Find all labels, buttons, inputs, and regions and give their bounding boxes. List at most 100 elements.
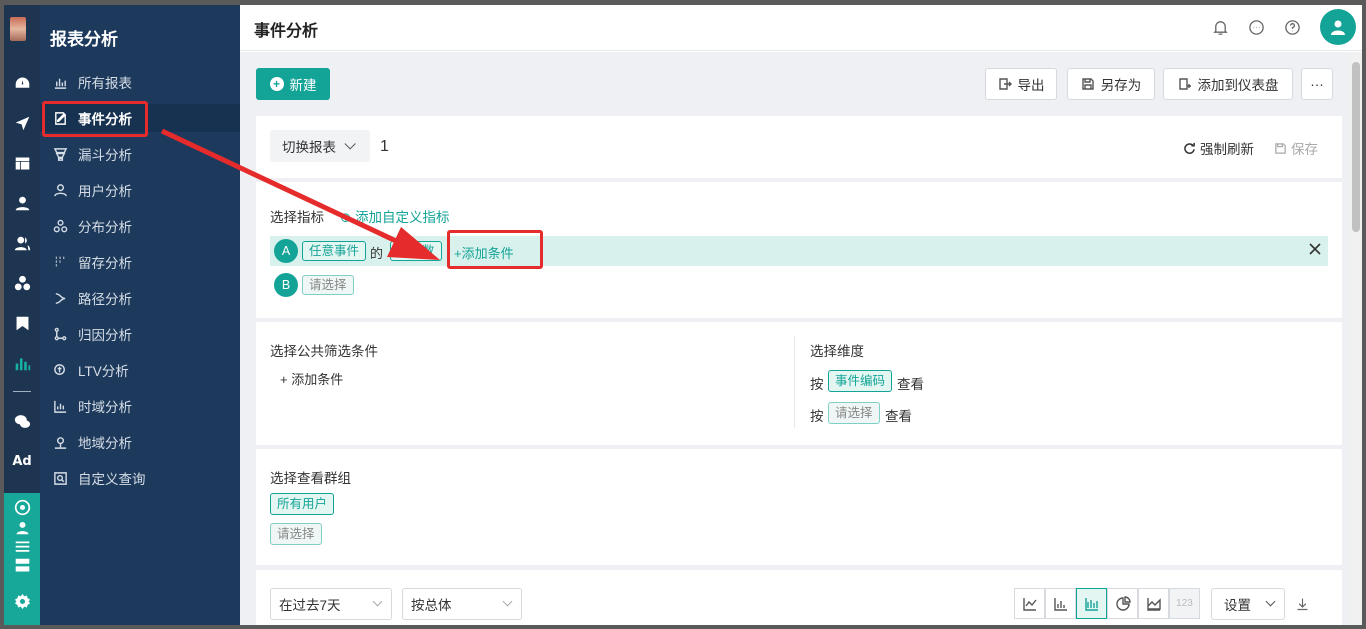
add-custom-metric-link[interactable]: ⊕ 添加自定义指标	[340, 206, 450, 226]
rail-active-block	[4, 493, 40, 625]
sidebar-title: 报表分析	[50, 30, 118, 49]
sidebar-item-funnel[interactable]: 漏斗分析	[40, 140, 240, 168]
refresh-icon	[1184, 142, 1195, 154]
sidebar-item-label: 自定义查询	[78, 472, 146, 487]
column-chart-icon	[1084, 597, 1098, 611]
help-icon[interactable]	[1282, 17, 1302, 37]
ad-icon[interactable]: Ad	[12, 451, 32, 471]
users-icon[interactable]	[12, 233, 32, 253]
chevron-down-icon	[372, 596, 383, 607]
sidebar-item-label: 分布分析	[78, 220, 132, 235]
add-to-dashboard-label: 添加到仪表盘	[1197, 78, 1279, 93]
area-chart-button[interactable]	[1138, 588, 1169, 619]
sidebar-item-ltv[interactable]: LTV分析	[40, 356, 240, 384]
bar-chart-button[interactable]	[1045, 588, 1076, 619]
groups-section-label: 选择查看群组	[270, 471, 351, 486]
bar-chart-icon	[1053, 597, 1067, 611]
time-range-select[interactable]: 在过去7天	[270, 588, 392, 620]
close-icon[interactable]	[1308, 242, 1324, 258]
more-button[interactable]: ···	[1301, 68, 1333, 100]
top-bar: 事件分析	[240, 5, 1362, 51]
funnel-icon	[52, 146, 68, 162]
filters-section-label: 选择公共筛选条件	[270, 344, 378, 359]
group-all-users-tag[interactable]: 所有用户	[270, 493, 335, 515]
add-filter-condition-link[interactable]: + 添加条件	[280, 369, 343, 388]
metric-row-a: A 任意事件 的 总次数 +添加条件	[270, 236, 1328, 266]
save-button[interactable]: 保存	[1274, 138, 1318, 158]
people-group-icon[interactable]	[12, 517, 32, 537]
sidebar-item-label: 用户分析	[78, 184, 132, 199]
chevron-down-icon	[502, 596, 513, 607]
highlight-box-sidebar	[42, 101, 148, 137]
bell-icon[interactable]	[1210, 17, 1230, 37]
area-chart-icon	[1146, 597, 1161, 611]
scrollbar-thumb[interactable]	[1352, 62, 1360, 232]
metrics-section: 选择指标 ⊕ 添加自定义指标 A 任意事件 的 总次数 +添加条件 B 请选择	[256, 182, 1342, 318]
granularity-select[interactable]: 按总体	[402, 588, 522, 620]
attribution-icon	[52, 326, 68, 342]
bar-chart-icon	[52, 74, 68, 90]
number-chart-button[interactable]: 123	[1169, 588, 1200, 619]
metrics-section-label: 选择指标	[270, 210, 324, 225]
sidebar-item-label: 漏斗分析	[78, 148, 132, 163]
layout-icon[interactable]	[12, 153, 32, 173]
user-icon[interactable]	[12, 193, 32, 213]
switch-report-dropdown[interactable]: 切换报表	[270, 130, 370, 162]
force-refresh-button[interactable]: 强制刷新	[1183, 138, 1254, 158]
dashboard-icon[interactable]	[12, 73, 32, 93]
settings-dropdown[interactable]: 设置	[1211, 588, 1285, 620]
by-text: 按	[810, 377, 824, 392]
line-chart-icon	[1022, 597, 1037, 611]
scrollbar[interactable]	[1350, 52, 1362, 625]
line-chart-button[interactable]	[1014, 588, 1045, 619]
report-bar: 切换报表 1 强制刷新 保存	[256, 116, 1342, 178]
sidebar-item-region[interactable]: 地域分析	[40, 428, 240, 456]
switch-report-label: 切换报表	[282, 140, 336, 155]
pie-chart-button[interactable]	[1107, 588, 1138, 619]
sidebar-item-label: 时域分析	[78, 400, 132, 415]
event-select-tag[interactable]: 任意事件	[302, 241, 367, 261]
save-as-button[interactable]: 另存为	[1067, 68, 1155, 100]
sidebar-item-all-reports[interactable]: 所有报表	[40, 68, 240, 96]
by-text: 按	[810, 409, 824, 424]
plus-circle-icon: +	[269, 77, 284, 91]
list-icon[interactable]	[12, 537, 32, 557]
target-icon[interactable]	[12, 497, 32, 517]
server-icon[interactable]	[12, 555, 32, 575]
sidebar-item-user[interactable]: 用户分析	[40, 176, 240, 204]
measure-select-tag[interactable]: 总次数	[390, 241, 442, 261]
analytics-icon[interactable]	[12, 353, 32, 373]
sidebar-item-attribution[interactable]: 归因分析	[40, 320, 240, 348]
metric-b-select[interactable]: 请选择	[302, 275, 354, 295]
group-select-tag[interactable]: 请选择	[270, 523, 322, 545]
column-chart-button[interactable]	[1076, 588, 1107, 619]
download-icon[interactable]	[1292, 594, 1312, 614]
dimension-b-select[interactable]: 请选择	[828, 402, 880, 424]
sidebar-item-time-domain[interactable]: 时域分析	[40, 392, 240, 420]
sidebar-item-label: 留存分析	[78, 256, 132, 271]
cluster-icon[interactable]	[12, 273, 32, 293]
filters-dimensions-section: 选择公共筛选条件 + 添加条件 选择维度 按 事件编码 查看 按 请选择 查看	[256, 322, 1342, 445]
dimension-select-tag[interactable]: 事件编码	[828, 370, 893, 392]
export-button-label: 导出	[1017, 78, 1045, 93]
gear-icon[interactable]	[12, 591, 32, 611]
wechat-icon[interactable]	[12, 411, 32, 431]
sidebar-item-retention[interactable]: 留存分析	[40, 248, 240, 276]
sidebar-item-custom-query[interactable]: 自定义查询	[40, 464, 240, 492]
add-to-dashboard-button[interactable]: 添加到仪表盘	[1163, 68, 1293, 100]
sidebar-item-label: 归因分析	[78, 328, 132, 343]
new-button[interactable]: + 新建	[256, 68, 330, 100]
sidebar-item-path[interactable]: 路径分析	[40, 284, 240, 312]
send-icon[interactable]	[12, 113, 32, 133]
groups-section: 选择查看群组 所有用户 请选择	[256, 449, 1342, 565]
save-as-button-label: 另存为	[1100, 78, 1142, 93]
export-button[interactable]: 导出	[985, 68, 1057, 100]
avatar[interactable]	[1320, 9, 1356, 45]
map-pin-icon	[52, 434, 68, 450]
time-range-value: 在过去7天	[279, 598, 341, 613]
number-chart-label: 123	[1176, 598, 1193, 609]
dimensions-section-label: 选择维度	[810, 344, 864, 359]
sidebar-item-distribution[interactable]: 分布分析	[40, 212, 240, 240]
bookmark-icon[interactable]	[12, 313, 32, 333]
message-icon[interactable]	[1246, 17, 1266, 37]
